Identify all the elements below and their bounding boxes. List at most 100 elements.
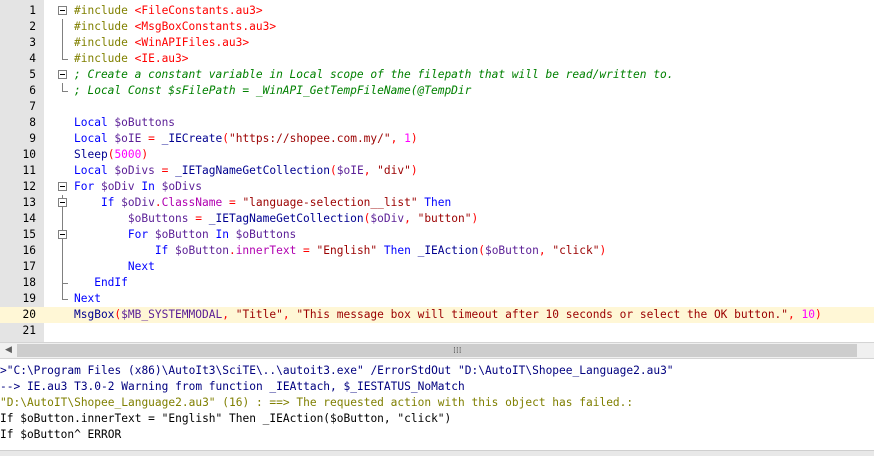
code-line[interactable]: 14 $oButtons = _IETagNameGetCollection($… bbox=[0, 211, 874, 227]
code-token: $oButton bbox=[175, 244, 229, 257]
code-token: innerText bbox=[235, 244, 304, 257]
fold-collapse-icon[interactable] bbox=[58, 182, 67, 191]
code-line[interactable]: 13 If $oDiv.ClassName = "language-select… bbox=[0, 195, 874, 211]
code-line[interactable]: 7 bbox=[0, 99, 874, 115]
code-line[interactable]: 10 Sleep(5000) bbox=[0, 147, 874, 163]
code-text: If $oDiv.ClassName = "language-selection… bbox=[74, 195, 451, 211]
code-token: EndIf bbox=[74, 276, 128, 289]
horizontal-scrollbar[interactable]: ◀ ⁞⁞⁞ bbox=[0, 342, 874, 359]
code-token: _IETagNameGetCollection bbox=[208, 212, 364, 225]
code-token: Local bbox=[74, 164, 115, 177]
scrollbar-thumb[interactable]: ⁞⁞⁞ bbox=[17, 344, 857, 357]
code-token: $oButtons bbox=[235, 228, 297, 241]
output-pane[interactable]: >"C:\Program Files (x86)\AutoIt3\SciTE\.… bbox=[0, 363, 874, 456]
code-token: ) bbox=[410, 132, 418, 145]
line-number: 13 bbox=[22, 196, 36, 209]
code-token: If bbox=[74, 244, 176, 257]
code-token: _IECreate bbox=[161, 132, 223, 145]
code-token: "div" bbox=[377, 164, 411, 177]
line-number: 7 bbox=[29, 100, 36, 113]
fold-end-marker bbox=[62, 299, 68, 300]
code-line[interactable]: 19 Next bbox=[0, 291, 874, 307]
line-number: 4 bbox=[29, 52, 36, 65]
code-text: $oButtons = _IETagNameGetCollection($oDi… bbox=[74, 211, 478, 227]
code-token: #include bbox=[74, 52, 135, 65]
code-token: = bbox=[303, 244, 317, 257]
fold-guide-line bbox=[62, 83, 63, 91]
code-line[interactable]: 20 MsgBox($MB_SYSTEMMODAL, "Title", "This… bbox=[0, 307, 874, 323]
line-number: 15 bbox=[22, 228, 36, 241]
bottom-scrollbar[interactable] bbox=[0, 450, 874, 456]
line-number: 16 bbox=[22, 244, 36, 257]
code-text: EndIf bbox=[74, 275, 128, 291]
fold-collapse-icon[interactable] bbox=[58, 230, 67, 239]
code-line[interactable]: 3 #include <WinAPIFiles.au3> bbox=[0, 35, 874, 51]
code-token: = bbox=[161, 164, 176, 177]
code-text: #include <FileConstants.au3> bbox=[74, 3, 263, 19]
code-token: Sleep bbox=[74, 148, 108, 161]
code-line[interactable]: 6 ; Local Const $sFilePath = _WinAPI_GetT… bbox=[0, 83, 874, 99]
code-text: Local $oButtons bbox=[74, 115, 175, 131]
code-token: "https://shopee.com.my/" bbox=[228, 132, 391, 145]
code-editor[interactable]: 1 #include <FileConstants.au3> 2 #include <… bbox=[0, 0, 874, 342]
code-text: Sleep(5000) bbox=[74, 147, 148, 163]
code-line[interactable]: 21 bbox=[0, 323, 874, 339]
fold-collapse-icon[interactable] bbox=[58, 70, 67, 79]
fold-end-marker bbox=[62, 283, 68, 284]
output-line: >"C:\Program Files (x86)\AutoIt3\SciTE\.… bbox=[0, 364, 674, 377]
line-number: 19 bbox=[22, 292, 36, 305]
code-token: ( bbox=[222, 132, 229, 145]
code-token: ) bbox=[599, 244, 607, 257]
line-number: 3 bbox=[29, 36, 36, 49]
fold-guide-line bbox=[62, 51, 63, 59]
code-line[interactable]: 11 Local $oDivs = _IETagNameGetCollection… bbox=[0, 163, 874, 179]
output-line: If $oButton.innerText = "English" Then _… bbox=[0, 412, 452, 425]
code-token: $oDiv bbox=[100, 180, 142, 193]
code-token: $oIE bbox=[114, 132, 149, 145]
code-token: "Title" bbox=[235, 308, 283, 321]
code-token: ) bbox=[815, 308, 822, 321]
code-token: <MsgBoxConstants.au3> bbox=[134, 20, 277, 33]
code-token: , bbox=[363, 164, 378, 177]
code-token: "English" bbox=[316, 244, 384, 257]
scroll-left-icon[interactable]: ◀ bbox=[0, 343, 17, 358]
code-token: $oDiv bbox=[121, 196, 155, 209]
code-line[interactable]: 2 #include <MsgBoxConstants.au3> bbox=[0, 19, 874, 35]
code-token: ) bbox=[410, 164, 418, 177]
code-line[interactable]: 16 If $oButton.innerText = "English" The… bbox=[0, 243, 874, 259]
code-token: Then bbox=[383, 244, 418, 257]
code-line[interactable]: 17 Next bbox=[0, 259, 874, 275]
output-line: If $oButton^ ERROR bbox=[0, 428, 122, 441]
code-text: #include <IE.au3> bbox=[74, 51, 189, 67]
code-lines: 1 #include <FileConstants.au3> 2 #include <… bbox=[0, 3, 874, 339]
code-line[interactable]: 12 For $oDiv In $oDivs bbox=[0, 179, 874, 195]
code-token: <FileConstants.au3> bbox=[134, 4, 263, 17]
line-number: 17 bbox=[22, 260, 36, 273]
fold-collapse-icon[interactable] bbox=[58, 6, 67, 15]
code-line[interactable]: 18 EndIf bbox=[0, 275, 874, 291]
fold-end-marker bbox=[62, 59, 68, 60]
code-token: ( bbox=[329, 164, 337, 177]
code-text: MsgBox($MB_SYSTEMMODAL, "Title", "This m… bbox=[74, 307, 822, 323]
code-text: Local $oIE = _IECreate("https://shopee.c… bbox=[74, 131, 418, 147]
code-line[interactable]: 5 ; Create a constant variable in Local s… bbox=[0, 67, 874, 83]
code-token: In bbox=[141, 180, 162, 193]
code-text: #include <MsgBoxConstants.au3> bbox=[74, 19, 276, 35]
code-token: = bbox=[148, 132, 162, 145]
code-line[interactable]: 15 For $oButton In $oButtons bbox=[0, 227, 874, 243]
code-token: #include bbox=[74, 36, 135, 49]
fold-collapse-icon[interactable] bbox=[58, 198, 67, 207]
code-line[interactable]: 1 #include <FileConstants.au3> bbox=[0, 3, 874, 19]
code-text: Next bbox=[74, 291, 101, 307]
code-token: . bbox=[228, 244, 236, 257]
code-token: ClassName bbox=[161, 196, 229, 209]
code-token: , bbox=[538, 244, 553, 257]
code-token: ; Create a constant variable in Local sc… bbox=[74, 68, 674, 81]
code-line[interactable]: 4 #include <IE.au3> bbox=[0, 51, 874, 67]
code-text: #include <WinAPIFiles.au3> bbox=[74, 35, 249, 51]
code-line[interactable]: 8 Local $oButtons bbox=[0, 115, 874, 131]
code-token: = bbox=[195, 212, 209, 225]
code-line[interactable]: 9 Local $oIE = _IECreate("https://shopee.… bbox=[0, 131, 874, 147]
code-token: _IETagNameGetCollection bbox=[175, 164, 330, 177]
code-token: $oIE bbox=[336, 164, 364, 177]
